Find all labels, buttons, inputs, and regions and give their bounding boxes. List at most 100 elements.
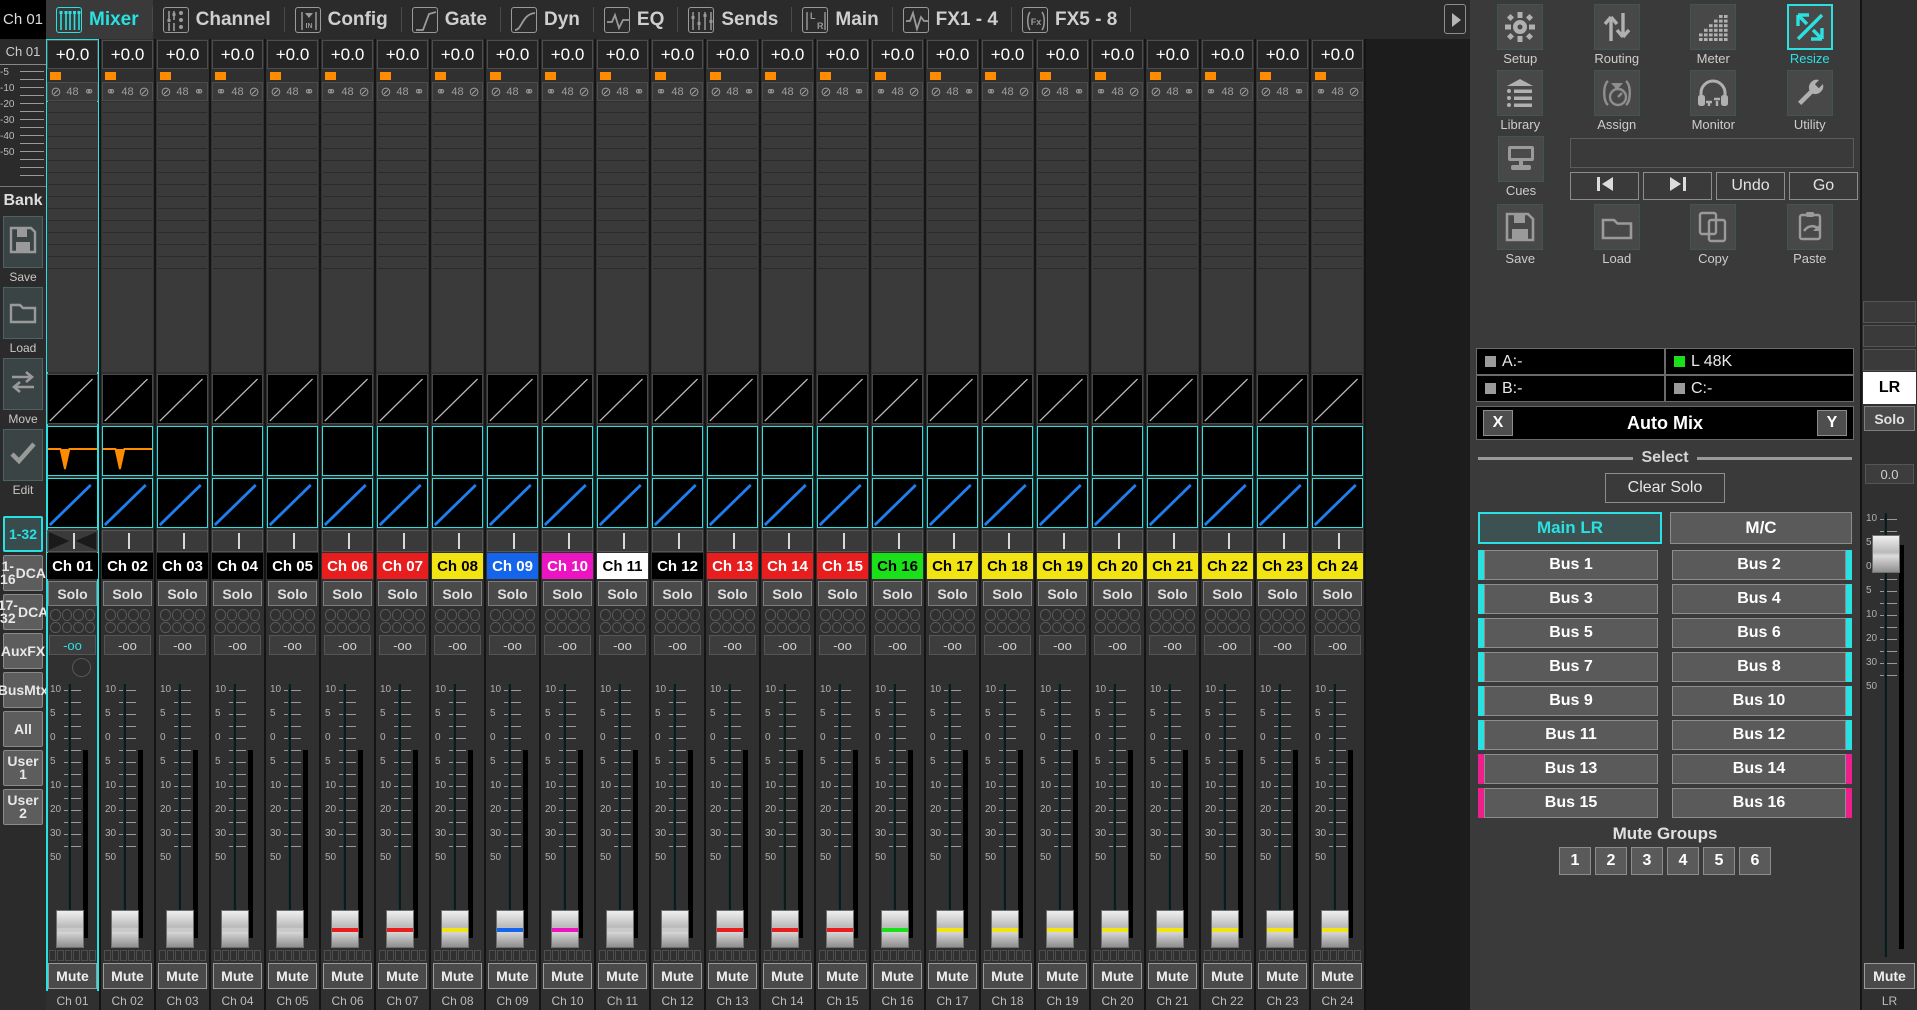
bus-assign-dot[interactable] [854,609,865,621]
pan-control[interactable] [927,530,978,552]
preamp-icon-row[interactable]: ⊘ 48 ⚭ [817,82,868,101]
solo-button[interactable]: Solo [653,581,702,606]
fader-handle[interactable] [661,910,689,948]
channel-strip[interactable]: +0.0 ⚭ 48 ⊘ Ch 24 Solo -oo 10 5 0 5 10 20 30 50 Mute Ch … [1311,39,1366,1010]
bus-assign-dot[interactable] [304,621,315,633]
preamp-icon-row[interactable]: ⚭ 48 ⊘ [1202,82,1253,101]
gain-display[interactable]: +0.0 [322,40,373,69]
bus-assign-dot[interactable] [435,621,446,633]
fader-handle[interactable] [606,910,634,948]
bus-button-bus-2[interactable]: Bus 2 [1672,550,1846,580]
eq-curve-display[interactable] [1312,426,1363,476]
gain-display[interactable]: +0.0 [1257,40,1308,69]
gate-curve-display[interactable] [652,374,703,424]
load-button[interactable]: Load [1569,202,1666,266]
bus-assign-dot[interactable] [996,621,1007,633]
mute-button[interactable]: Mute [323,963,372,989]
gain-display[interactable]: +0.0 [267,40,318,69]
fader-handle[interactable] [771,910,799,948]
bus-assign-dot[interactable] [776,609,787,621]
bus-assign-dot[interactable] [524,621,535,633]
bus-assign-dot[interactable] [513,621,524,633]
fader-handle[interactable] [1156,910,1184,948]
fader-zone[interactable]: 10 5 0 5 10 20 30 50 [1258,680,1307,950]
bus-assign-dot[interactable] [160,609,171,621]
gate-curve-display[interactable] [487,374,538,424]
dyn-curve-display[interactable] [212,478,263,528]
bus-assign-dot[interactable] [270,621,281,633]
phase-invert-icon[interactable]: ⊘ [160,84,171,100]
solo-button[interactable]: Solo [323,581,372,606]
lr-fader-zone[interactable]: 10 5 0 5 10 20 30 50 [1864,509,1915,961]
bus-assign-dot[interactable] [875,621,886,633]
dyn-curve-display[interactable] [1092,478,1143,528]
solo-button[interactable]: Solo [928,581,977,606]
preamp-icon-row[interactable]: ⚭ 48 ⊘ [542,82,593,101]
bus-assign-dot[interactable] [194,621,205,633]
bus-assign-dot[interactable] [843,621,854,633]
channel-strip[interactable]: +0.0 ⊘ 48 ⚭ Ch 19 Solo -oo 10 5 0 5 10 20 30 50 Mute Ch … [1036,39,1091,1010]
gate-curve-display[interactable] [1312,374,1363,424]
bus-assign-dot[interactable] [1051,609,1062,621]
phase-invert-icon[interactable]: ⊘ [820,84,831,100]
bus-button-bus-10[interactable]: Bus 10 [1672,686,1846,716]
bus-assign-dot[interactable] [1239,621,1250,633]
bus-assign-dot[interactable] [689,609,700,621]
mute-button[interactable]: Mute [1313,963,1362,989]
link-icon[interactable]: ⚭ [964,84,975,100]
fader-zone[interactable]: 10 5 0 5 10 20 30 50 [433,680,482,950]
transport-undo[interactable]: Undo [1716,172,1785,200]
fader-zone[interactable]: 10 5 0 5 10 20 30 50 [598,680,647,950]
fader-zone[interactable]: 10 5 0 5 10 20 30 50 [158,680,207,950]
preamp-icon-row[interactable]: ⚭ 48 ⊘ [652,82,703,101]
eq-curve-display[interactable] [1202,426,1253,476]
dyn-curve-display[interactable] [817,478,868,528]
link-icon[interactable]: ⚭ [105,84,116,100]
preamp-icon-row[interactable]: ⊘ 48 ⚭ [267,82,318,101]
gain-display[interactable]: +0.0 [1312,40,1363,69]
lr-name-label[interactable]: LR [1863,372,1916,404]
pan-control[interactable] [157,530,208,552]
fader-handle[interactable] [1266,910,1294,948]
fader-zone[interactable]: 10 5 0 5 10 20 30 50 [818,680,867,950]
clear-solo-button[interactable]: Clear Solo [1605,473,1725,503]
pan-control[interactable] [1202,530,1253,552]
bus-button-bus-3[interactable]: Bus 3 [1484,584,1658,614]
preamp-icon-row[interactable]: ⊘ 48 ⚭ [707,82,758,101]
bus-assign-dot[interactable] [238,621,249,633]
bus-assign-dot[interactable] [765,609,776,621]
channel-name-label[interactable]: Ch 07 [377,553,428,579]
bus-assign-dot[interactable] [1161,609,1172,621]
lr-mute-button[interactable]: Mute [1864,963,1915,989]
mute-group-1[interactable]: 1 [1559,847,1591,875]
pan-control[interactable] [377,530,428,552]
bus-assign-dot[interactable] [678,621,689,633]
channel-strip[interactable]: +0.0 ⊘ 48 ⚭ Ch 01 Solo -oo 10 5 0 5 10 20 30 50 Mute Ch … [46,39,101,1010]
bus-assign-dot[interactable] [623,609,634,621]
phase-invert-icon[interactable]: ⊘ [270,84,281,100]
dyn-curve-display[interactable] [762,478,813,528]
mute-button[interactable]: Mute [928,963,977,989]
gate-curve-display[interactable] [597,374,648,424]
tab-fx5-8[interactable]: Fx FX5 - 8 [1012,0,1132,39]
fader-handle[interactable] [276,910,304,948]
layer-button-bus-mtx[interactable]: Bus Mtx [0,672,48,708]
tabs-scroll-right-button[interactable] [1444,4,1466,34]
gate-curve-display[interactable] [47,374,98,424]
channel-name-label[interactable]: Ch 23 [1257,553,1308,579]
gate-curve-display[interactable] [1147,374,1198,424]
fader-handle[interactable] [496,910,524,948]
transport-next-track[interactable] [1643,172,1712,200]
fader-handle[interactable] [1321,910,1349,948]
bus-assign-dot[interactable] [226,609,237,621]
bus-assign-dot[interactable] [600,609,611,621]
bus-assign-dot[interactable] [545,621,556,633]
eq-curve-display[interactable] [267,426,318,476]
bus-assign-dot[interactable] [556,609,567,621]
channel-strip[interactable]: +0.0 ⚭ 48 ⊘ Ch 06 Solo -oo 10 5 0 5 10 20 30 50 Mute Ch … [321,39,376,1010]
channel-strip[interactable]: +0.0 ⚭ 48 ⊘ Ch 04 Solo -oo 10 5 0 5 10 20 30 50 Mute Ch … [211,39,266,1010]
solo-button[interactable]: Solo [1038,581,1087,606]
solo-button[interactable]: Solo [213,581,262,606]
main-select-m-c[interactable]: M/C [1670,512,1852,544]
bus-assign-dot[interactable] [799,609,810,621]
